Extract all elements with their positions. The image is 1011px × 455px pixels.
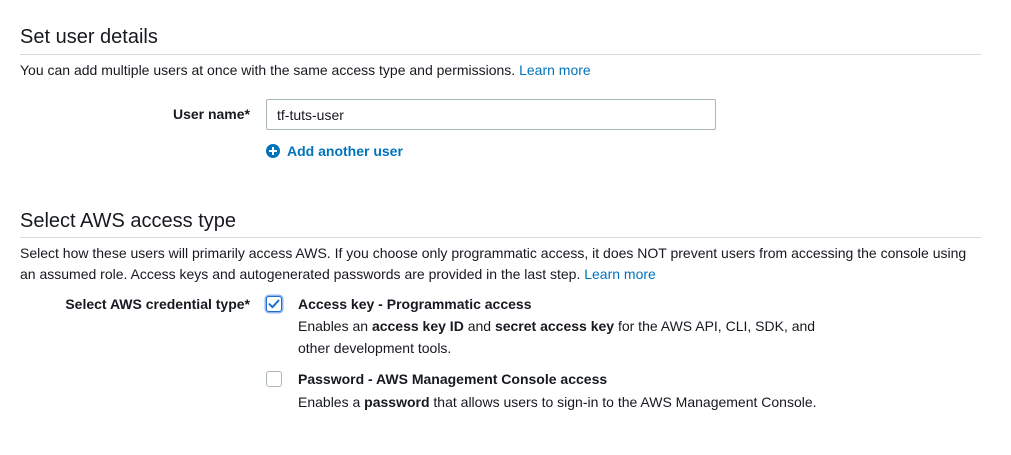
desc-bold: password — [364, 394, 430, 410]
desc-bold: access key ID — [371, 318, 464, 334]
divider — [20, 54, 981, 55]
user-details-description-text: You can add multiple users at once with … — [20, 62, 516, 78]
access-type-description-text: Select how these users will primarily ac… — [20, 245, 967, 282]
section-title-user-details: Set user details — [20, 26, 158, 48]
desc-text: Enables a — [298, 394, 365, 410]
user-name-label: User name* — [172, 106, 250, 122]
checkmark-icon — [268, 299, 280, 309]
desc-bold: secret access key — [494, 318, 615, 334]
add-another-user-label: Add another user — [287, 143, 403, 159]
plus-circle-icon — [266, 144, 280, 158]
access-key-option-title: Access key - Programmatic access — [298, 296, 532, 312]
access-key-checkbox[interactable] — [266, 296, 282, 312]
desc-text: and — [463, 318, 495, 334]
password-option-description: Enables a password that allows users to … — [298, 391, 918, 413]
desc-text: other development tools. — [298, 340, 452, 356]
desc-text: that allows users to sign-in to the AWS … — [429, 394, 817, 410]
password-checkbox[interactable] — [266, 371, 282, 387]
learn-more-link[interactable]: Learn more — [519, 62, 591, 78]
access-key-option-description: Enables an access key ID and secret acce… — [298, 315, 858, 359]
divider — [20, 237, 981, 238]
desc-text: Enables an — [298, 318, 372, 334]
user-name-input[interactable] — [266, 99, 716, 130]
user-details-description: You can add multiple users at once with … — [20, 60, 591, 81]
add-another-user-button[interactable]: Add another user — [266, 143, 403, 159]
section-title-access-type: Select AWS access type — [20, 210, 237, 232]
access-type-description: Select how these users will primarily ac… — [20, 243, 985, 285]
password-option-title: Password - AWS Management Console access — [298, 371, 608, 387]
credential-type-label: Select AWS credential type* — [65, 296, 250, 312]
learn-more-link[interactable]: Learn more — [584, 266, 656, 282]
desc-text: for the AWS API, CLI, SDK, and — [614, 318, 816, 334]
